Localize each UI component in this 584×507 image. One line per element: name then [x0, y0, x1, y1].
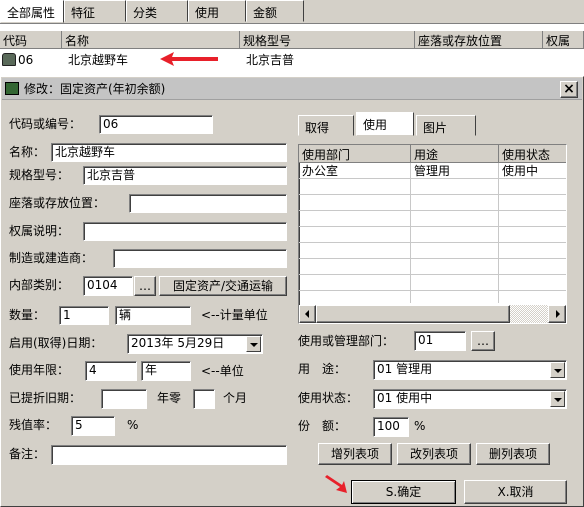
edit-dialog: 修改：固定资产(年初余额) × 代码或编号： 06 名称： 北京越野车 规格型号…: [0, 76, 584, 507]
tab-classification[interactable]: 分类: [126, 0, 188, 22]
red-arrow-annotation: [160, 52, 218, 66]
category-browse-button[interactable]: …: [134, 276, 156, 296]
usage-cell-purpose: 管理用: [414, 164, 451, 178]
status-label: 使用状态：: [298, 391, 359, 405]
usage-grid[interactable]: 使用部门 用途 使用状态 办公室 管理用 使用中: [298, 144, 567, 324]
start-date-picker[interactable]: 2013年 5月29日: [127, 334, 263, 354]
remark-label: 备注：: [9, 447, 46, 461]
car-icon: [2, 53, 16, 66]
code-label: 代码或编号：: [9, 117, 82, 131]
purpose-select[interactable]: 01 管理用: [373, 360, 567, 380]
model-label: 规格型号：: [9, 168, 70, 182]
col-ownership[interactable]: 权属: [543, 31, 584, 49]
start-date-value: 2013年 5月29日: [131, 336, 225, 350]
dep-year-text: 年零: [157, 391, 182, 405]
usage-cell-status: 使用中: [502, 164, 539, 178]
purpose-label: 用 途：: [298, 362, 347, 376]
dialog-title: 修改：固定资产(年初余额): [24, 82, 166, 96]
red-arrow-ok-annotation: [325, 475, 347, 493]
dep-years-field[interactable]: [101, 389, 147, 409]
category-label: 内部类别：: [9, 278, 70, 292]
app-icon: [5, 82, 19, 95]
usage-col-status[interactable]: 使用状态: [499, 145, 566, 163]
depreciation-label: 已提折旧期：: [9, 391, 82, 405]
chevron-down-icon[interactable]: [246, 336, 261, 352]
row-code: 06: [18, 53, 34, 67]
location-label: 座落或存放位置：: [9, 196, 106, 210]
category-code-field[interactable]: 0104: [83, 276, 133, 296]
name-field[interactable]: 北京越野车: [51, 143, 287, 162]
dept-field[interactable]: 01: [414, 331, 466, 351]
row-model: 北京吉普: [246, 53, 295, 67]
unit-hint: <--计量单位: [201, 308, 268, 322]
grid-lines: [299, 163, 566, 303]
close-button[interactable]: ×: [560, 81, 578, 98]
category-name-button[interactable]: 固定资产/交通运输: [159, 276, 287, 296]
share-label: 份 额：: [298, 419, 347, 433]
usage-cell-dept: 办公室: [302, 164, 339, 178]
chevron-down-icon[interactable]: [550, 362, 565, 378]
life-label: 使用年限：: [9, 363, 70, 377]
tab-amount[interactable]: 金额: [246, 0, 304, 22]
scroll-left-button[interactable]: [299, 305, 316, 323]
col-code[interactable]: 代码: [0, 31, 62, 49]
tab-usage[interactable]: 使用: [188, 0, 246, 22]
purpose-value: 01 管理用: [377, 362, 433, 376]
grid-hscrollbar[interactable]: [299, 305, 566, 323]
ownership-label: 权属说明：: [9, 224, 70, 238]
scroll-right-button[interactable]: [548, 305, 566, 323]
status-value: 01 使用中: [377, 391, 433, 405]
code-field[interactable]: 06: [99, 115, 213, 134]
dept-browse-button[interactable]: …: [471, 331, 495, 351]
model-field[interactable]: 北京吉普: [83, 166, 287, 185]
table-row[interactable]: 办公室 管理用 使用中: [299, 163, 566, 179]
unit-field[interactable]: 辆: [115, 306, 191, 325]
tab-all-properties[interactable]: 全部属性: [0, 0, 64, 23]
dialog-titlebar: 修改：固定资产(年初余额) ×: [2, 78, 582, 100]
dept-label: 使用或管理部门：: [298, 334, 395, 348]
usage-col-purpose[interactable]: 用途: [411, 145, 499, 163]
share-percent: %: [414, 419, 426, 433]
ok-button[interactable]: S.确定: [351, 480, 456, 504]
residual-field[interactable]: 5: [71, 416, 115, 436]
table-row[interactable]: 06 北京越野车 北京吉普: [0, 50, 584, 70]
usage-col-dept[interactable]: 使用部门: [299, 145, 411, 163]
tab-use[interactable]: 使用: [356, 112, 414, 136]
remark-field[interactable]: [51, 445, 287, 465]
chevron-down-icon[interactable]: [550, 391, 565, 407]
col-model[interactable]: 规格型号: [240, 31, 415, 49]
life-hint: <--单位: [201, 364, 244, 378]
list-header: 代码 名称 规格型号 座落或存放位置 权属: [0, 31, 584, 49]
dep-month-text: 个月: [223, 391, 248, 405]
tab-picture[interactable]: 图片: [416, 115, 476, 136]
tab-acquire[interactable]: 取得: [298, 115, 354, 136]
edit-item-button[interactable]: 改列表项: [397, 443, 471, 465]
col-location[interactable]: 座落或存放位置: [415, 31, 543, 49]
row-name: 北京越野车: [68, 53, 129, 67]
maker-label: 制造或建造商：: [9, 251, 94, 265]
ownership-field[interactable]: [83, 222, 287, 241]
dep-months-field[interactable]: [193, 389, 215, 409]
residual-label: 残值率：: [9, 418, 58, 432]
share-field[interactable]: 100: [373, 417, 409, 437]
quantity-label: 数量：: [9, 308, 46, 322]
life-unit-field[interactable]: 年: [141, 361, 191, 381]
cancel-button[interactable]: X.取消: [464, 480, 567, 504]
maker-field[interactable]: [113, 249, 287, 268]
add-item-button[interactable]: 增列表项: [318, 443, 392, 465]
delete-item-button[interactable]: 删列表项: [476, 443, 550, 465]
start-date-label: 启用(取得)日期：: [9, 336, 103, 350]
name-label: 名称：: [9, 145, 46, 159]
location-field[interactable]: [129, 194, 287, 213]
quantity-field[interactable]: 1: [59, 306, 109, 325]
tab-features[interactable]: 特征: [64, 0, 126, 22]
scroll-thumb[interactable]: [316, 305, 510, 323]
main-tabstrip: 全部属性 特征 分类 使用 金额: [0, 0, 584, 24]
life-field[interactable]: 4: [85, 361, 137, 381]
status-select[interactable]: 01 使用中: [373, 389, 567, 409]
col-name[interactable]: 名称: [62, 31, 240, 49]
residual-percent: %: [127, 418, 139, 432]
